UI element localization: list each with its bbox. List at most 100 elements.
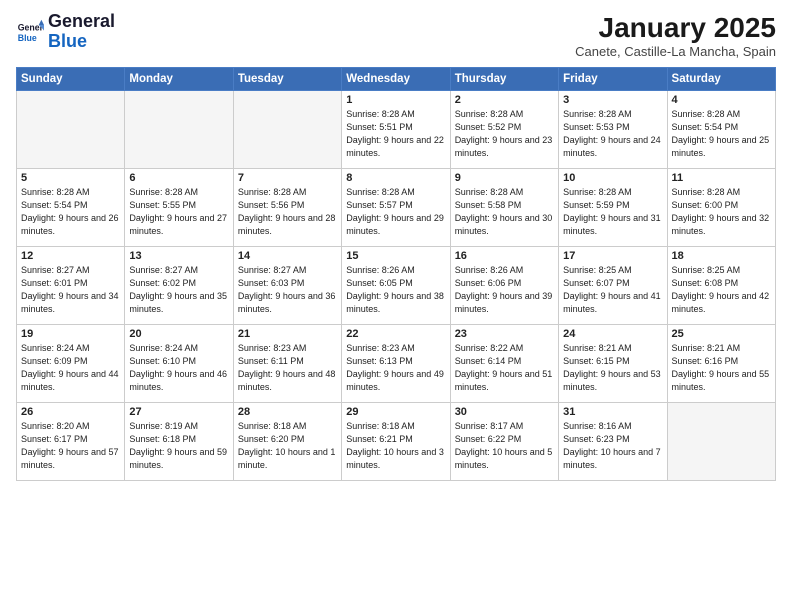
day-cell-20: 20 Sunrise: 8:24 AM Sunset: 6:10 PM Dayli… bbox=[125, 325, 233, 403]
day-number: 25 bbox=[672, 328, 771, 340]
day-number: 13 bbox=[129, 250, 228, 262]
day-number: 6 bbox=[129, 172, 228, 184]
day-cell-9: 9 Sunrise: 8:28 AM Sunset: 5:58 PM Daylig… bbox=[450, 169, 558, 247]
day-number: 22 bbox=[346, 328, 445, 340]
day-number: 20 bbox=[129, 328, 228, 340]
week-row-3: 12 Sunrise: 8:27 AM Sunset: 6:01 PM Dayli… bbox=[17, 247, 776, 325]
day-cell-2: 2 Sunrise: 8:28 AM Sunset: 5:52 PM Daylig… bbox=[450, 91, 558, 169]
day-info: Sunrise: 8:28 AM Sunset: 5:54 PM Dayligh… bbox=[21, 186, 120, 238]
weekday-header-thursday: Thursday bbox=[450, 68, 558, 91]
day-cell-29: 29Sunrise: 8:18 AM Sunset: 6:21 PM Dayli… bbox=[342, 403, 450, 481]
day-cell-31: 31Sunrise: 8:16 AM Sunset: 6:23 PM Dayli… bbox=[559, 403, 667, 481]
day-info: Sunrise: 8:25 AM Sunset: 6:08 PM Dayligh… bbox=[672, 264, 771, 316]
day-cell-12: 12 Sunrise: 8:27 AM Sunset: 6:01 PM Dayli… bbox=[17, 247, 125, 325]
day-number: 3 bbox=[563, 94, 662, 106]
day-info: Sunrise: 8:26 AM Sunset: 6:05 PM Dayligh… bbox=[346, 264, 445, 316]
day-info: Sunrise: 8:20 AM Sunset: 6:17 PM Dayligh… bbox=[21, 420, 120, 472]
day-number: 16 bbox=[455, 250, 554, 262]
weekday-header-wednesday: Wednesday bbox=[342, 68, 450, 91]
day-number: 23 bbox=[455, 328, 554, 340]
weekday-header-tuesday: Tuesday bbox=[233, 68, 341, 91]
day-cell-4: 4 Sunrise: 8:28 AM Sunset: 5:54 PM Daylig… bbox=[667, 91, 775, 169]
day-number: 7 bbox=[238, 172, 337, 184]
day-info: Sunrise: 8:27 AM Sunset: 6:03 PM Dayligh… bbox=[238, 264, 337, 316]
day-info: Sunrise: 8:28 AM Sunset: 5:53 PM Dayligh… bbox=[563, 108, 662, 160]
weekday-header-sunday: Sunday bbox=[17, 68, 125, 91]
day-info: Sunrise: 8:24 AM Sunset: 6:10 PM Dayligh… bbox=[129, 342, 228, 394]
day-info: Sunrise: 8:28 AM Sunset: 5:52 PM Dayligh… bbox=[455, 108, 554, 160]
day-number: 2 bbox=[455, 94, 554, 106]
week-row-4: 19 Sunrise: 8:24 AM Sunset: 6:09 PM Dayli… bbox=[17, 325, 776, 403]
header: General Blue General Blue January 2025 C… bbox=[16, 12, 776, 59]
day-number: 24 bbox=[563, 328, 662, 340]
weekday-header-friday: Friday bbox=[559, 68, 667, 91]
day-info: Sunrise: 8:24 AM Sunset: 6:09 PM Dayligh… bbox=[21, 342, 120, 394]
day-number: 28 bbox=[238, 406, 337, 418]
week-row-1: 1 Sunrise: 8:28 AM Sunset: 5:51 PM Daylig… bbox=[17, 91, 776, 169]
day-info: Sunrise: 8:27 AM Sunset: 6:01 PM Dayligh… bbox=[21, 264, 120, 316]
day-cell-18: 18 Sunrise: 8:25 AM Sunset: 6:08 PM Dayli… bbox=[667, 247, 775, 325]
day-info: Sunrise: 8:25 AM Sunset: 6:07 PM Dayligh… bbox=[563, 264, 662, 316]
day-info: Sunrise: 8:28 AM Sunset: 5:57 PM Dayligh… bbox=[346, 186, 445, 238]
logo-area: General Blue General Blue bbox=[16, 12, 115, 52]
day-cell-15: 15 Sunrise: 8:26 AM Sunset: 6:05 PM Dayli… bbox=[342, 247, 450, 325]
day-cell-22: 22 Sunrise: 8:23 AM Sunset: 6:13 PM Dayli… bbox=[342, 325, 450, 403]
day-info: Sunrise: 8:18 AM Sunset: 6:20 PM Dayligh… bbox=[238, 420, 337, 472]
day-number: 18 bbox=[672, 250, 771, 262]
day-cell-21: 21Sunrise: 8:23 AM Sunset: 6:11 PM Dayli… bbox=[233, 325, 341, 403]
title-area: January 2025 Canete, Castille-La Mancha,… bbox=[575, 12, 776, 59]
day-info: Sunrise: 8:28 AM Sunset: 5:55 PM Dayligh… bbox=[129, 186, 228, 238]
week-row-2: 5 Sunrise: 8:28 AM Sunset: 5:54 PM Daylig… bbox=[17, 169, 776, 247]
day-cell-30: 30 Sunrise: 8:17 AM Sunset: 6:22 PM Dayli… bbox=[450, 403, 558, 481]
day-info: Sunrise: 8:21 AM Sunset: 6:15 PM Dayligh… bbox=[563, 342, 662, 394]
day-number: 29 bbox=[346, 406, 445, 418]
day-cell-3: 3 Sunrise: 8:28 AM Sunset: 5:53 PM Daylig… bbox=[559, 91, 667, 169]
day-cell-11: 11Sunrise: 8:28 AM Sunset: 6:00 PM Dayli… bbox=[667, 169, 775, 247]
day-number: 19 bbox=[21, 328, 120, 340]
logo-text: General Blue bbox=[48, 12, 115, 52]
day-number: 17 bbox=[563, 250, 662, 262]
day-cell-24: 24 Sunrise: 8:21 AM Sunset: 6:15 PM Dayli… bbox=[559, 325, 667, 403]
day-number: 27 bbox=[129, 406, 228, 418]
day-cell-17: 17 Sunrise: 8:25 AM Sunset: 6:07 PM Dayli… bbox=[559, 247, 667, 325]
day-cell-14: 14Sunrise: 8:27 AM Sunset: 6:03 PM Dayli… bbox=[233, 247, 341, 325]
page: General Blue General Blue January 2025 C… bbox=[0, 0, 792, 612]
day-number: 31 bbox=[563, 406, 662, 418]
day-info: Sunrise: 8:28 AM Sunset: 5:54 PM Dayligh… bbox=[672, 108, 771, 160]
day-cell-28: 28 Sunrise: 8:18 AM Sunset: 6:20 PM Dayli… bbox=[233, 403, 341, 481]
day-cell-23: 23 Sunrise: 8:22 AM Sunset: 6:14 PM Dayli… bbox=[450, 325, 558, 403]
day-cell-10: 10Sunrise: 8:28 AM Sunset: 5:59 PM Dayli… bbox=[559, 169, 667, 247]
day-cell-26: 26 Sunrise: 8:20 AM Sunset: 6:17 PM Dayli… bbox=[17, 403, 125, 481]
day-cell-1: 1 Sunrise: 8:28 AM Sunset: 5:51 PM Daylig… bbox=[342, 91, 450, 169]
day-cell-8: 8 Sunrise: 8:28 AM Sunset: 5:57 PM Daylig… bbox=[342, 169, 450, 247]
empty-cell bbox=[233, 91, 341, 169]
day-number: 5 bbox=[21, 172, 120, 184]
day-info: Sunrise: 8:17 AM Sunset: 6:22 PM Dayligh… bbox=[455, 420, 554, 472]
day-info: Sunrise: 8:28 AM Sunset: 5:51 PM Dayligh… bbox=[346, 108, 445, 160]
day-cell-6: 6 Sunrise: 8:28 AM Sunset: 5:55 PM Daylig… bbox=[125, 169, 233, 247]
day-number: 8 bbox=[346, 172, 445, 184]
day-number: 26 bbox=[21, 406, 120, 418]
day-number: 15 bbox=[346, 250, 445, 262]
day-cell-7: 7Sunrise: 8:28 AM Sunset: 5:56 PM Daylig… bbox=[233, 169, 341, 247]
day-number: 9 bbox=[455, 172, 554, 184]
day-number: 10 bbox=[563, 172, 662, 184]
day-info: Sunrise: 8:22 AM Sunset: 6:14 PM Dayligh… bbox=[455, 342, 554, 394]
day-cell-5: 5 Sunrise: 8:28 AM Sunset: 5:54 PM Daylig… bbox=[17, 169, 125, 247]
day-cell-19: 19 Sunrise: 8:24 AM Sunset: 6:09 PM Dayli… bbox=[17, 325, 125, 403]
day-number: 12 bbox=[21, 250, 120, 262]
day-number: 30 bbox=[455, 406, 554, 418]
weekday-header-monday: Monday bbox=[125, 68, 233, 91]
day-info: Sunrise: 8:23 AM Sunset: 6:13 PM Dayligh… bbox=[346, 342, 445, 394]
day-cell-13: 13 Sunrise: 8:27 AM Sunset: 6:02 PM Dayli… bbox=[125, 247, 233, 325]
day-number: 1 bbox=[346, 94, 445, 106]
day-info: Sunrise: 8:27 AM Sunset: 6:02 PM Dayligh… bbox=[129, 264, 228, 316]
day-number: 4 bbox=[672, 94, 771, 106]
day-info: Sunrise: 8:28 AM Sunset: 5:58 PM Dayligh… bbox=[455, 186, 554, 238]
day-number: 11 bbox=[672, 172, 771, 184]
day-info: Sunrise: 8:26 AM Sunset: 6:06 PM Dayligh… bbox=[455, 264, 554, 316]
day-info: Sunrise: 8:23 AM Sunset: 6:11 PM Dayligh… bbox=[238, 342, 337, 394]
calendar-subtitle: Canete, Castille-La Mancha, Spain bbox=[575, 44, 776, 59]
weekday-header-row: SundayMondayTuesdayWednesdayThursdayFrid… bbox=[17, 68, 776, 91]
day-cell-27: 27Sunrise: 8:19 AM Sunset: 6:18 PM Dayli… bbox=[125, 403, 233, 481]
